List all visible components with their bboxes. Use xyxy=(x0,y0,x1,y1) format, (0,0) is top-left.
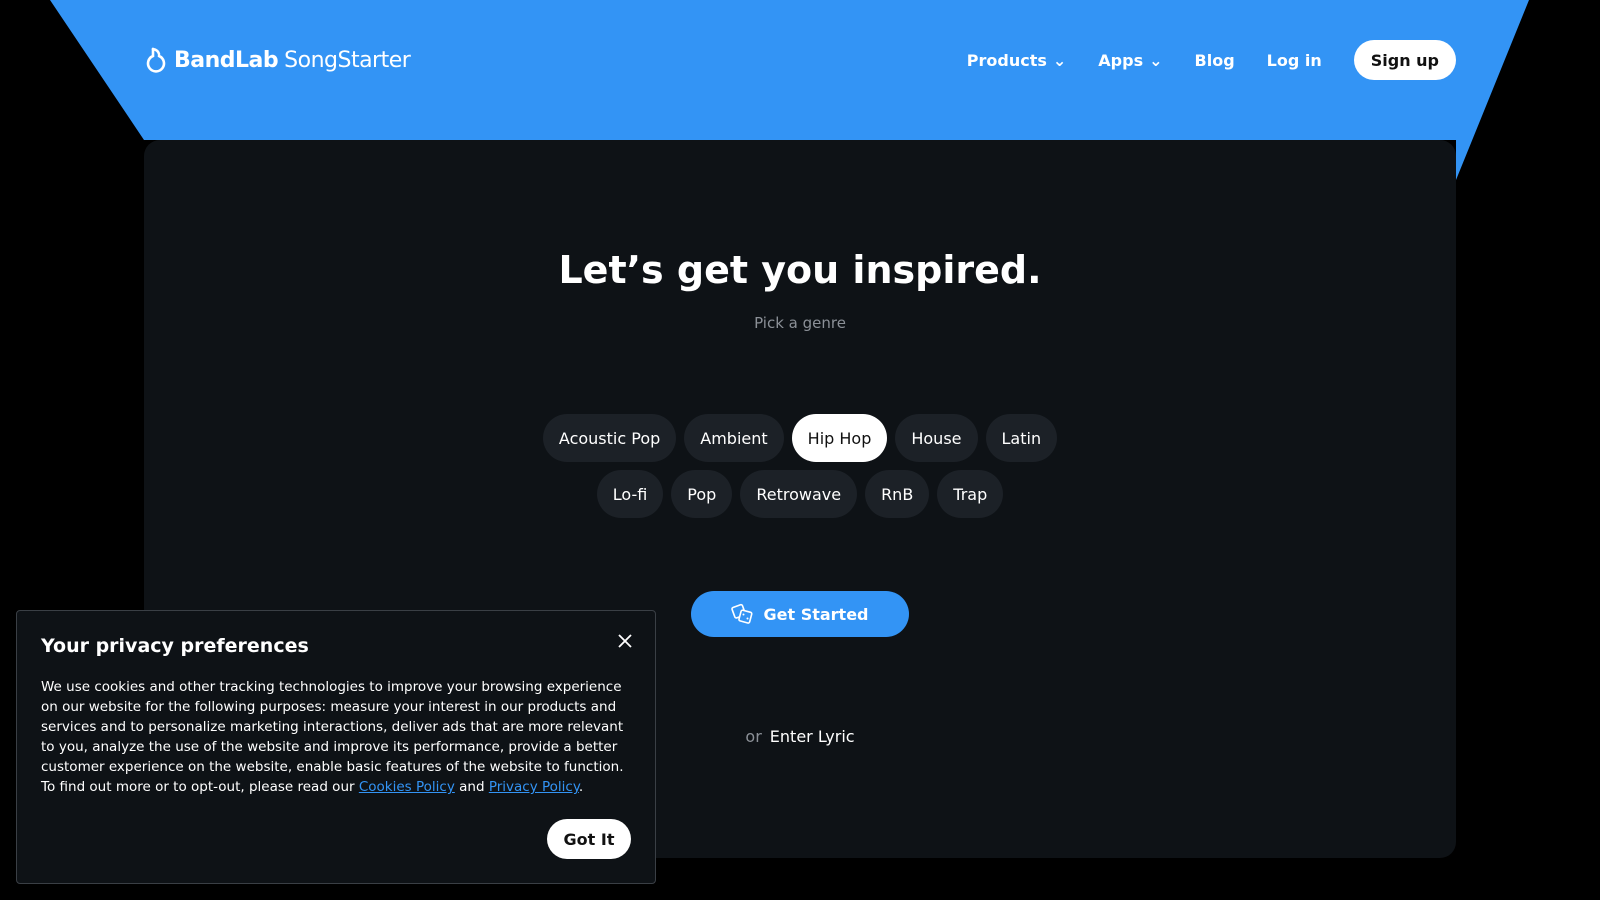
get-started-label: Get Started xyxy=(763,604,869,624)
privacy-text: We use cookies and other tracking techno… xyxy=(41,679,624,795)
nav-products[interactable]: Products ⌄ xyxy=(967,51,1067,70)
logo[interactable]: BandLab SongStarter xyxy=(144,47,411,73)
cookies-policy-link[interactable]: Cookies Policy xyxy=(359,779,455,795)
privacy-end: . xyxy=(578,779,584,795)
page-subtitle: Pick a genre xyxy=(754,314,846,332)
nav-products-label: Products xyxy=(966,50,1047,70)
genre-chip[interactable]: House xyxy=(895,414,978,462)
genre-row: Acoustic Pop Ambient Hip Hop House Latin xyxy=(542,414,1058,462)
genre-chip[interactable]: Latin xyxy=(985,414,1058,462)
nav-login[interactable]: Log in xyxy=(1267,51,1322,70)
logo-text-bold: BandLab xyxy=(174,47,279,73)
chevron-down-icon: ⌄ xyxy=(1149,50,1163,70)
genre-chip[interactable]: Retrowave xyxy=(740,470,858,518)
logo-text-light: SongStarter xyxy=(284,47,411,73)
nav-blog[interactable]: Blog xyxy=(1195,51,1235,70)
genre-chip[interactable]: Lo-fi xyxy=(596,470,664,518)
genre-chip[interactable]: Acoustic Pop xyxy=(542,414,677,462)
genre-chip[interactable]: Pop xyxy=(671,470,733,518)
signup-button[interactable]: Sign up xyxy=(1353,40,1456,80)
genre-chip[interactable]: Trap xyxy=(937,470,1004,518)
privacy-title: Your privacy preferences xyxy=(41,635,309,657)
top-nav: Products ⌄ Apps ⌄ Blog Log in Sign up xyxy=(967,40,1456,80)
got-it-button[interactable]: Got It xyxy=(547,819,631,859)
enter-lyric-link[interactable]: Enter Lyric xyxy=(770,727,855,746)
bandlab-flask-icon xyxy=(146,47,166,73)
get-started-button[interactable]: Get Started xyxy=(691,591,909,637)
privacy-policy-link[interactable]: Privacy Policy xyxy=(489,779,579,795)
privacy-body: We use cookies and other tracking techno… xyxy=(41,677,631,797)
genre-picker: Acoustic Pop Ambient Hip Hop House Latin Lo-… xyxy=(0,414,1600,518)
dice-icon xyxy=(731,603,754,624)
or-label: or xyxy=(745,727,762,746)
close-icon[interactable] xyxy=(617,633,633,649)
genre-row: Lo-fi Pop Retrowave RnB Trap xyxy=(596,470,1004,518)
nav-apps-label: Apps xyxy=(1098,50,1144,70)
nav-apps[interactable]: Apps ⌄ xyxy=(1098,51,1162,70)
genre-chip[interactable]: RnB xyxy=(865,470,930,518)
privacy-dialog: Your privacy preferences We use cookies … xyxy=(16,610,656,884)
page-title: Let’s get you inspired. xyxy=(558,248,1042,292)
privacy-and: and xyxy=(454,779,489,795)
genre-chip[interactable]: Hip Hop xyxy=(791,414,888,462)
chevron-down-icon: ⌄ xyxy=(1052,50,1067,70)
genre-chip[interactable]: Ambient xyxy=(684,414,784,462)
